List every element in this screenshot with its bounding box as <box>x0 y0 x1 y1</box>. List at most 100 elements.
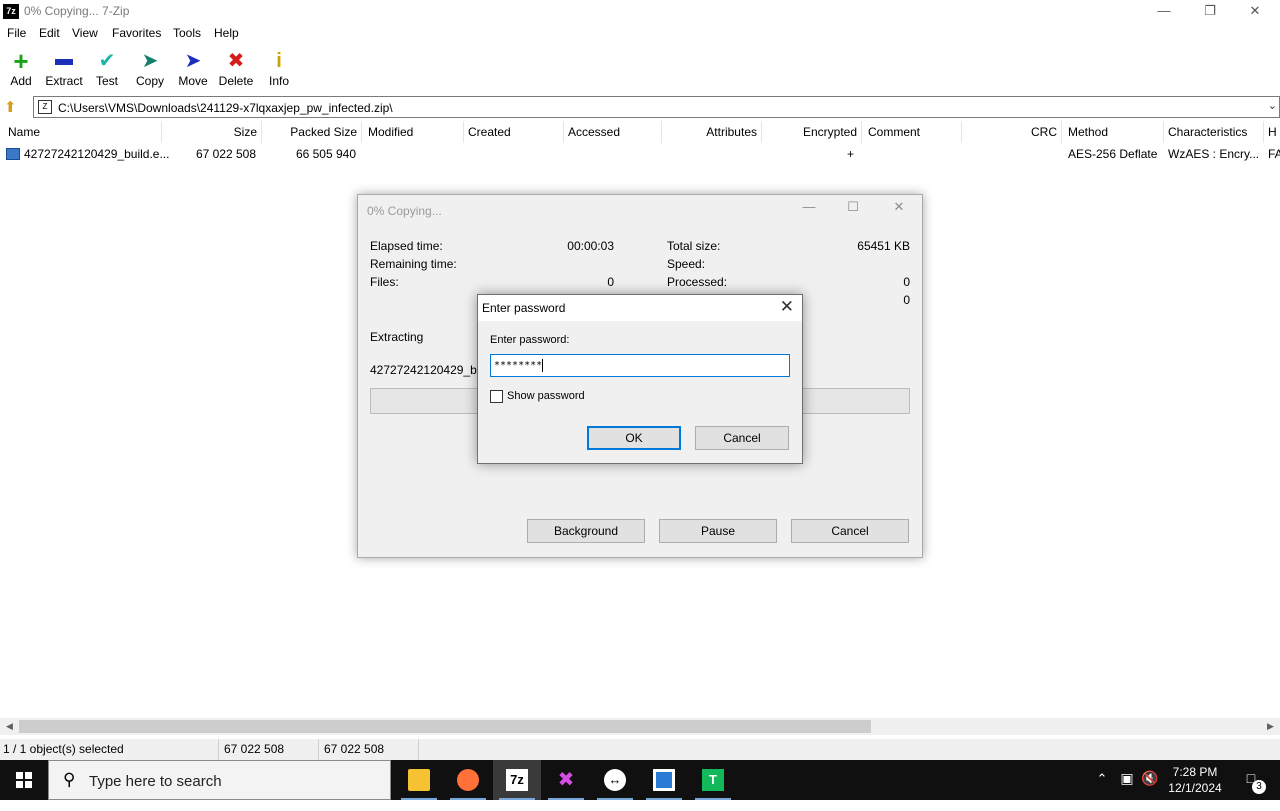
scroll-left-icon[interactable]: ◀ <box>1 719 18 734</box>
col-crc[interactable]: CRC <box>962 121 1062 143</box>
minimize-icon[interactable]: — <box>794 199 824 214</box>
col-attributes[interactable]: Attributes <box>662 121 762 143</box>
col-encrypted[interactable]: Encrypted <box>762 121 862 143</box>
firefox-taskbar[interactable] <box>444 760 492 800</box>
chevron-down-icon[interactable]: ⌄ <box>1268 99 1277 112</box>
info-button[interactable]: i Info <box>266 48 292 94</box>
file-size: 67 022 508 <box>195 147 256 161</box>
col-method[interactable]: Method <box>1064 121 1164 143</box>
clock-time: 7:28 PM <box>1172 765 1218 779</box>
background-button[interactable]: Background <box>527 519 645 543</box>
t-app-taskbar[interactable]: T <box>689 760 737 800</box>
add-button[interactable]: + Add <box>6 48 36 94</box>
show-password-checkbox[interactable] <box>490 390 503 403</box>
restore-icon[interactable]: ❐ <box>1187 0 1233 24</box>
progress-cancel-button[interactable]: Cancel <box>791 519 909 543</box>
elapsed-label: Elapsed time: <box>370 239 443 253</box>
ok-button[interactable]: OK <box>587 426 681 450</box>
show-password-label[interactable]: Show password <box>507 390 585 402</box>
close-icon[interactable]: ✕ <box>884 199 914 215</box>
column-header: Name Size Packed Size Modified Created A… <box>0 121 1280 143</box>
menu-tools[interactable]: Tools <box>173 26 201 40</box>
col-modified[interactable]: Modified <box>364 121 464 143</box>
notification-icon[interactable]: □ 3 <box>1236 770 1266 810</box>
delete-button[interactable]: ✖ Delete <box>218 48 254 94</box>
horizontal-scrollbar[interactable]: ◀ ▶ <box>0 718 1280 735</box>
scroll-right-icon[interactable]: ▶ <box>1262 719 1279 734</box>
search-placeholder: Type here to search <box>89 773 222 790</box>
copy-button[interactable]: ➤ Copy <box>132 48 168 94</box>
move-arrow-icon: ➤ <box>184 50 202 72</box>
add-label: Add <box>10 74 32 88</box>
delete-label: Delete <box>218 74 254 88</box>
move-button[interactable]: ➤ Move <box>176 48 210 94</box>
test-button[interactable]: ✔ Test <box>92 48 122 94</box>
col-accessed[interactable]: Accessed <box>564 121 662 143</box>
col-h[interactable]: H <box>1264 121 1280 143</box>
minus-icon <box>42 48 86 74</box>
chevron-up-icon[interactable]: ⌃ <box>1092 771 1112 811</box>
window-app-taskbar[interactable] <box>640 760 688 800</box>
test-label: Test <box>95 74 118 88</box>
enter-password-dialog: Enter password ✕ Enter password: *******… <box>477 294 803 464</box>
file-explorer-taskbar[interactable] <box>395 760 443 800</box>
col-created[interactable]: Created <box>464 121 564 143</box>
delete-x-icon: ✖ <box>227 50 245 72</box>
app-x-taskbar[interactable]: ✖ <box>542 760 590 800</box>
processed-value: 0 <box>903 275 910 289</box>
zip-archive-icon: Z <box>38 100 52 114</box>
total-size-label: Total size: <box>667 239 721 253</box>
action-label: Extracting <box>370 330 424 344</box>
scroll-thumb[interactable] <box>19 720 871 733</box>
7zip-app-icon: 7z <box>3 4 19 19</box>
file-name: 42727242120429_build.e... <box>24 147 170 161</box>
password-label: Enter password: <box>490 334 570 346</box>
status-packed: 67 022 508 <box>324 742 385 756</box>
col-comment[interactable]: Comment <box>864 121 962 143</box>
volume-muted-icon[interactable]: 🔇 <box>1140 770 1160 810</box>
maximize-icon[interactable]: ☐ <box>838 199 868 215</box>
menu-view[interactable]: View <box>72 26 98 40</box>
password-field[interactable]: ******** <box>490 354 790 377</box>
file-method: AES-256 Deflate <box>1068 147 1158 161</box>
7zip-taskbar[interactable]: 7z <box>493 760 541 800</box>
close-icon[interactable]: ✕ <box>1232 0 1278 24</box>
col-characteristics[interactable]: Characteristics <box>1164 121 1264 143</box>
folder-up-icon[interactable]: ⬆ <box>4 98 22 116</box>
windows-logo-icon <box>16 772 32 788</box>
col-size[interactable]: Size <box>162 121 262 143</box>
menu-help[interactable]: Help <box>214 26 239 40</box>
col-packed-size[interactable]: Packed Size <box>262 121 362 143</box>
status-size: 67 022 508 <box>224 742 285 756</box>
menu-favorites[interactable]: Favorites <box>112 26 161 40</box>
network-icon[interactable]: ▣ <box>1116 770 1138 810</box>
start-button[interactable] <box>0 760 48 800</box>
check-icon: ✔ <box>98 50 116 72</box>
password-value: ******** <box>494 360 543 371</box>
system-clock[interactable]: 7:28 PM 12/1/2024 <box>1160 764 1230 796</box>
path-input[interactable]: Z C:\Users\VMS\Downloads\241129-x7lqxaxj… <box>33 96 1280 118</box>
cancel-button[interactable]: Cancel <box>695 426 789 450</box>
menu-bar: File Edit View Favorites Tools Help <box>0 24 1280 44</box>
menu-file[interactable]: File <box>7 26 26 40</box>
status-divider <box>418 739 419 760</box>
window-app-icon <box>653 769 675 791</box>
extract-button[interactable]: Extract <box>42 48 86 94</box>
status-selected: 1 / 1 object(s) selected <box>3 742 124 756</box>
clock-date: 12/1/2024 <box>1168 781 1222 795</box>
window-title: 0% Copying... 7-Zip <box>24 4 130 18</box>
close-icon[interactable]: ✕ <box>780 297 794 317</box>
minimize-icon[interactable]: — <box>1141 0 1187 24</box>
col-name[interactable]: Name <box>4 121 162 143</box>
status-divider <box>218 739 219 760</box>
pause-button[interactable]: Pause <box>659 519 777 543</box>
7zip-icon: 7z <box>506 769 528 791</box>
teamviewer-taskbar[interactable]: ↔ <box>591 760 639 800</box>
firefox-icon <box>457 769 479 791</box>
compressed-value: 0 <box>903 293 910 307</box>
path-text: C:\Users\VMS\Downloads\241129-x7lqxaxjep… <box>58 101 393 115</box>
taskbar-search[interactable]: ⚲ Type here to search <box>48 760 391 800</box>
address-bar: ⬆ Z C:\Users\VMS\Downloads\241129-x7lqxa… <box>0 96 1280 118</box>
menu-edit[interactable]: Edit <box>39 26 60 40</box>
table-row[interactable]: 42727242120429_build.e... 67 022 508 66 … <box>0 145 1280 163</box>
